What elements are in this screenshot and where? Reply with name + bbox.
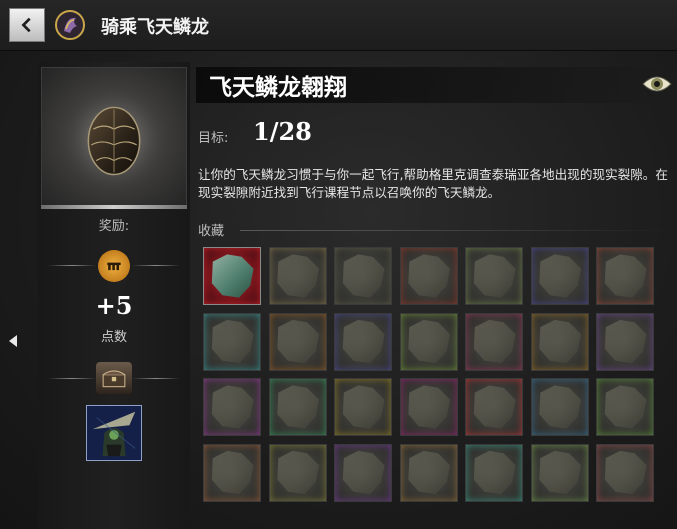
points-label: 点数 — [100, 330, 127, 345]
header-title: 骑乘飞天鳞龙 — [101, 17, 209, 38]
achievement-title: 飞天鳞龙翱翔 — [209, 74, 347, 101]
map-fragment-icon — [604, 450, 647, 495]
collection-tile[interactable] — [203, 312, 261, 371]
collection-tile[interactable] — [268, 312, 327, 371]
achievement-description: 让你的飞天鳞龙习惯于与你一起飞行,帮助格里克调查泰瑞亚各地出现的现实裂隙。在现实… — [198, 167, 668, 200]
map-fragment-icon — [277, 254, 320, 298]
collection-tile[interactable] — [530, 312, 589, 371]
collection-tile[interactable] — [530, 378, 589, 436]
goal-value: 1/28 — [253, 117, 312, 146]
map-fragment-icon — [211, 319, 254, 364]
map-fragment-icon — [539, 450, 582, 495]
map-fragment-icon — [408, 254, 451, 298]
divider-right — [132, 265, 180, 266]
map-fragment-icon — [473, 450, 516, 495]
collection-tile[interactable] — [465, 378, 523, 436]
collection-tile[interactable] — [334, 247, 392, 305]
collection-divider — [240, 230, 677, 231]
map-fragment-icon — [604, 254, 647, 298]
map-fragment-icon — [342, 319, 385, 364]
map-fragment-icon — [342, 450, 385, 495]
collection-label: 收藏 — [198, 224, 225, 239]
griffon-emblem-icon — [55, 10, 85, 40]
collection-tile[interactable] — [268, 378, 327, 436]
points-value: +5 — [95, 291, 133, 320]
chevron-left-icon — [21, 17, 31, 33]
collection-tile[interactable] — [596, 312, 654, 371]
chest-icon[interactable] — [96, 362, 132, 394]
achievement-window: 骑乘飞天鳞龙 奖励: +5 点数 飞天鳞龙翱翔 目标: 1/28 让你的飞天鳞龙… — [0, 0, 677, 529]
map-fragment-icon — [539, 319, 582, 364]
collection-tile[interactable] — [596, 247, 654, 305]
header-bar: 骑乘飞天鳞龙 — [0, 0, 677, 51]
divider-right-2 — [132, 378, 180, 379]
collection-tile[interactable] — [596, 443, 654, 502]
map-fragment-icon — [277, 450, 320, 495]
map-fragment-icon — [211, 385, 254, 429]
collection-tile[interactable] — [334, 443, 392, 502]
map-fragment-icon — [539, 385, 582, 429]
map-fragment-icon — [408, 450, 451, 495]
mastery-token-icon[interactable] — [98, 250, 130, 282]
map-fragment-icon — [277, 385, 320, 429]
collection-tile[interactable] — [530, 247, 589, 305]
collection-tile[interactable] — [334, 378, 392, 436]
collection-tile[interactable] — [334, 312, 392, 371]
map-fragment-icon — [408, 319, 451, 364]
map-fragment-icon — [473, 319, 516, 364]
back-button[interactable] — [9, 8, 45, 42]
collection-grid — [203, 247, 663, 511]
collection-tile[interactable] — [268, 247, 327, 305]
collection-tile[interactable] — [465, 247, 523, 305]
map-fragment-icon — [604, 319, 647, 364]
collection-tile[interactable] — [399, 247, 458, 305]
collection-tile[interactable] — [399, 312, 458, 371]
image-underline — [41, 205, 187, 209]
collection-tile[interactable] — [268, 443, 327, 502]
collection-tile[interactable] — [203, 443, 261, 502]
map-fragment-icon — [342, 254, 385, 298]
egg-icon — [62, 87, 166, 191]
map-fragment-icon — [408, 385, 451, 429]
reward-label: 奖励: — [98, 219, 130, 234]
map-fragment-icon — [277, 319, 320, 364]
divider-left-2 — [48, 378, 96, 379]
collection-tile[interactable] — [465, 443, 523, 502]
map-fragment-icon — [473, 254, 516, 298]
map-fragment-icon — [342, 385, 385, 429]
map-fragment-icon — [604, 385, 647, 429]
map-fragment-icon — [539, 254, 582, 298]
collection-tile[interactable] — [530, 443, 589, 502]
divider-left — [48, 265, 96, 266]
map-fragment-icon — [211, 254, 254, 298]
caret-left-icon[interactable] — [6, 333, 20, 349]
collection-tile[interactable] — [465, 312, 523, 371]
map-fragment-icon — [473, 385, 516, 429]
achievement-image — [41, 67, 187, 207]
collection-tile[interactable] — [596, 378, 654, 436]
eye-icon[interactable] — [641, 70, 673, 98]
collection-tile[interactable] — [399, 378, 458, 436]
reward-item[interactable] — [86, 405, 142, 461]
goal-label: 目标: — [198, 131, 229, 146]
map-fragment-icon — [211, 450, 254, 495]
skin-icon — [87, 406, 141, 460]
collection-tile[interactable] — [203, 247, 261, 305]
collection-tile[interactable] — [399, 443, 458, 502]
collection-tile[interactable] — [203, 378, 261, 436]
